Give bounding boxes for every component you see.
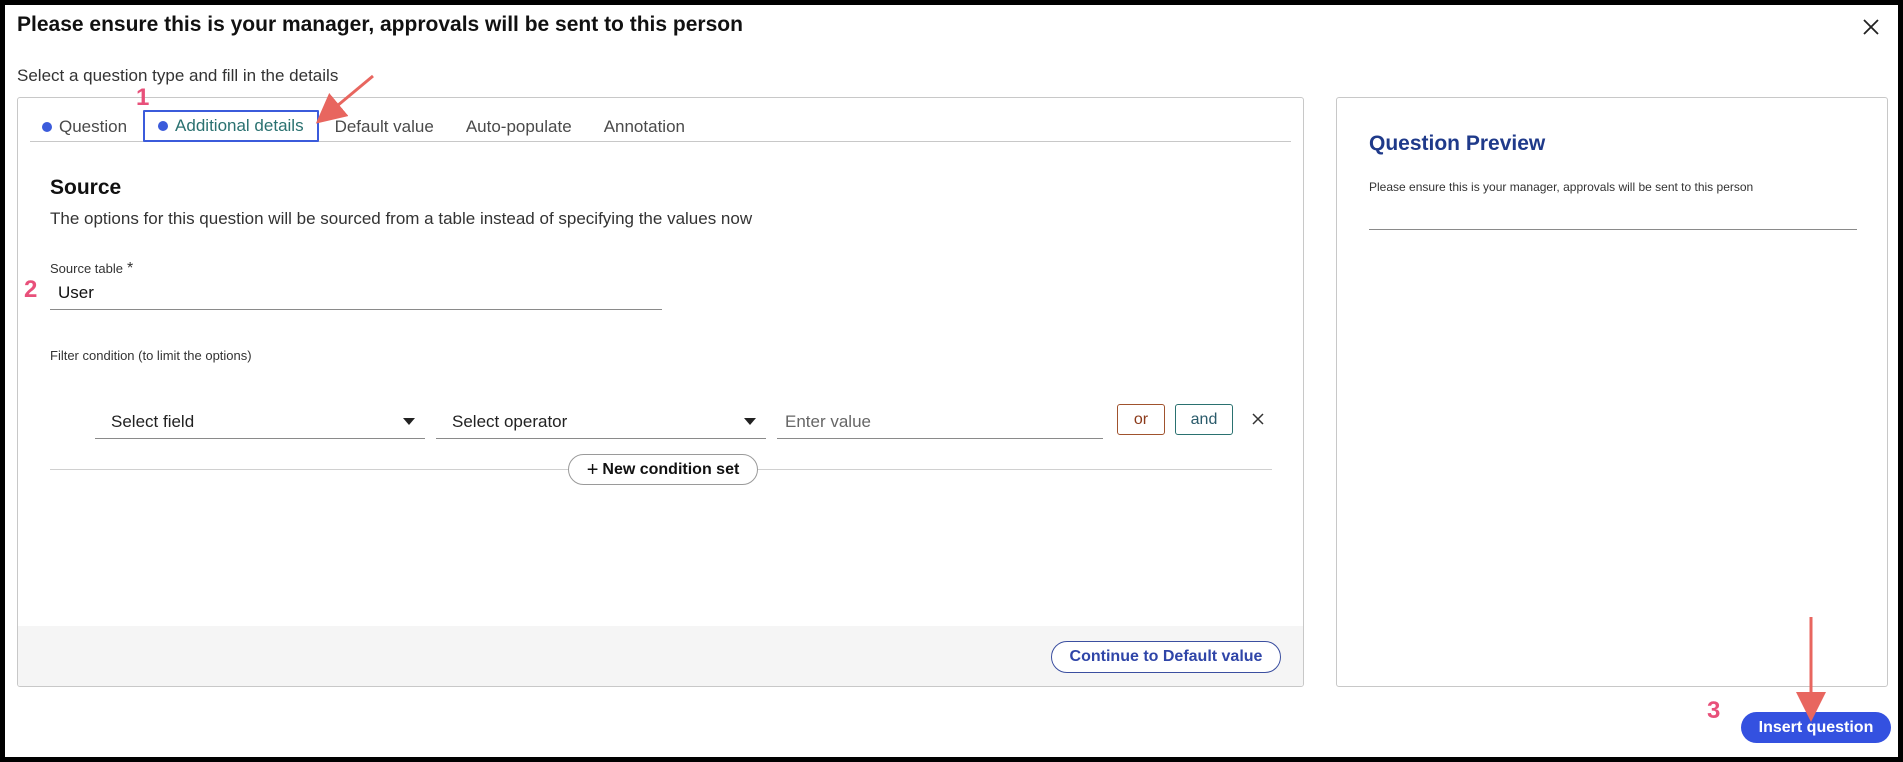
- status-dot-icon: [158, 121, 169, 131]
- remove-condition-button[interactable]: [1246, 407, 1270, 431]
- panel-footer: Continue to Default value: [18, 626, 1303, 686]
- source-description: The options for this question will be so…: [50, 209, 753, 228]
- tab-bar: Question Additional details Default valu…: [30, 110, 1291, 142]
- tab-question[interactable]: Question: [30, 112, 143, 141]
- dialog: Please ensure this is your manager, appr…: [5, 5, 1898, 757]
- status-dot-icon: [42, 121, 52, 132]
- source-table-input[interactable]: [50, 276, 662, 310]
- preview-question-text: Please ensure this is your manager, appr…: [1369, 180, 1754, 194]
- tab-label: Default value: [334, 116, 434, 136]
- close-button[interactable]: [1858, 14, 1884, 40]
- new-condition-label: New condition set: [602, 460, 740, 478]
- tab-label: Annotation: [603, 116, 685, 136]
- tab-auto-populate[interactable]: Auto-populate: [450, 112, 588, 141]
- source-heading: Source: [50, 176, 122, 199]
- annotation-step-2: 2: [24, 276, 38, 303]
- select-field-text: Select field: [111, 411, 195, 431]
- plus-icon: +: [586, 458, 599, 481]
- chevron-down-icon: [744, 418, 756, 425]
- or-button[interactable]: or: [1117, 404, 1165, 435]
- required-marker: *: [127, 260, 134, 277]
- close-icon: [1863, 19, 1879, 35]
- remove-icon: [1252, 413, 1264, 425]
- source-table-label-text: Source table: [50, 261, 123, 276]
- preview-title: Question Preview: [1369, 132, 1546, 155]
- new-condition-set-button[interactable]: + New condition set: [568, 454, 758, 485]
- tab-label: Auto-populate: [465, 116, 572, 136]
- select-operator-text: Select operator: [452, 411, 568, 431]
- question-editor-panel: Question Additional details Default valu…: [17, 97, 1304, 687]
- insert-question-button[interactable]: Insert question: [1741, 712, 1891, 743]
- chevron-down-icon: [403, 418, 415, 425]
- and-button[interactable]: and: [1175, 404, 1233, 435]
- preview-input-line[interactable]: [1369, 229, 1857, 230]
- select-field-dropdown[interactable]: Select field: [95, 405, 425, 439]
- select-operator-dropdown[interactable]: Select operator: [436, 405, 766, 439]
- tab-annotation[interactable]: Annotation: [588, 112, 701, 141]
- tab-additional-details[interactable]: Additional details: [143, 110, 319, 142]
- annotation-step-1: 1: [136, 84, 150, 111]
- question-preview-panel: Question Preview Please ensure this is y…: [1336, 97, 1888, 687]
- dialog-subtitle: Select a question type and fill in the d…: [17, 66, 339, 85]
- annotation-step-3: 3: [1707, 697, 1721, 724]
- filter-condition-label: Filter condition (to limit the options): [50, 348, 252, 363]
- tab-label: Additional details: [175, 116, 304, 135]
- tab-default-value[interactable]: Default value: [319, 112, 450, 141]
- dialog-title: Please ensure this is your manager, appr…: [17, 13, 743, 36]
- tab-label: Question: [59, 116, 128, 136]
- condition-value-input[interactable]: [777, 405, 1103, 439]
- continue-button[interactable]: Continue to Default value: [1051, 641, 1281, 673]
